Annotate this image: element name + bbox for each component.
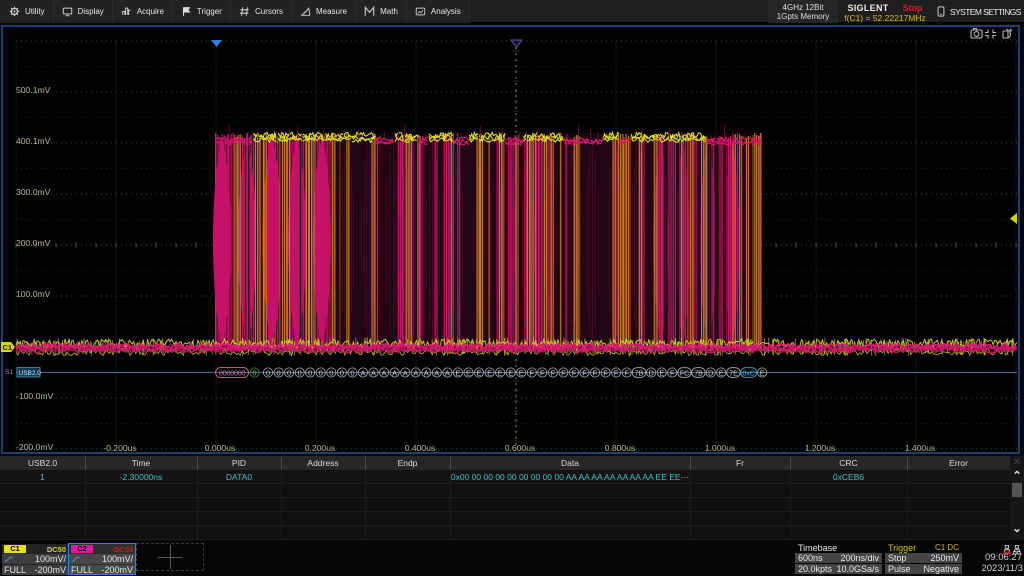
svg-text:E: E	[466, 368, 471, 377]
svg-text:1.200us: 1.200us	[805, 443, 836, 453]
svg-text:400.1mV: 400.1mV	[16, 136, 51, 146]
svg-text:A: A	[392, 368, 397, 377]
svg-text:A: A	[382, 368, 387, 377]
svg-text:F: F	[572, 368, 577, 377]
svg-text:0: 0	[252, 368, 256, 377]
svg-text:A: A	[360, 368, 365, 377]
svg-text:0: 0	[277, 368, 281, 377]
svg-text:0: 0	[266, 368, 270, 377]
svg-text:E: E	[498, 368, 503, 377]
svg-text:0: 0	[319, 368, 323, 377]
svg-text:F: F	[551, 368, 556, 377]
svg-text:E: E	[476, 368, 481, 377]
svg-text:E: E	[719, 368, 724, 377]
svg-text:A: A	[413, 368, 418, 377]
svg-text:F: F	[624, 368, 629, 377]
svg-text:0: 0	[329, 368, 333, 377]
svg-text:A: A	[424, 368, 429, 377]
svg-text:E: E	[487, 368, 492, 377]
svg-text:FC: FC	[680, 370, 689, 377]
svg-text:7E: 7E	[729, 370, 738, 377]
svg-text:0: 0	[298, 368, 302, 377]
svg-text:0xC: 0xC	[742, 370, 754, 377]
svg-text:E: E	[659, 368, 664, 377]
svg-text:F: F	[530, 368, 535, 377]
svg-text:D: D	[708, 368, 714, 377]
svg-text:F: F	[540, 368, 545, 377]
svg-text:-200.0mV: -200.0mV	[16, 442, 54, 452]
svg-text:1.400us: 1.400us	[905, 443, 936, 453]
svg-text:300.0mV: 300.0mV	[16, 187, 51, 197]
svg-text:S1: S1	[5, 369, 14, 376]
svg-text:200.0mV: 200.0mV	[16, 238, 51, 248]
svg-text:0.600us: 0.600us	[505, 443, 536, 453]
svg-text:USB2.0: USB2.0	[19, 370, 42, 377]
svg-text:E: E	[508, 368, 513, 377]
svg-text:0.400us: 0.400us	[405, 443, 436, 453]
svg-text:F: F	[593, 368, 598, 377]
svg-text:A: A	[403, 368, 408, 377]
svg-text:F: F	[561, 368, 566, 377]
svg-text:0: 0	[350, 368, 354, 377]
svg-text:500.1mV: 500.1mV	[16, 85, 51, 95]
svg-text:0.000us: 0.000us	[205, 443, 236, 453]
svg-text:F: F	[670, 368, 675, 377]
svg-text:E: E	[760, 368, 765, 377]
svg-text:A: A	[445, 368, 450, 377]
svg-text:A: A	[434, 368, 439, 377]
svg-text:E: E	[455, 368, 460, 377]
svg-text:0.200us: 0.200us	[305, 443, 336, 453]
svg-text:E: E	[519, 368, 524, 377]
svg-text:D: D	[648, 368, 654, 377]
svg-text:F: F	[582, 368, 587, 377]
svg-text:0000000: 0000000	[219, 368, 246, 377]
svg-text:7B: 7B	[694, 370, 703, 377]
svg-text:0: 0	[340, 368, 344, 377]
svg-text:0: 0	[287, 368, 291, 377]
svg-text:7B: 7B	[635, 370, 644, 377]
svg-text:0: 0	[308, 368, 312, 377]
svg-text:C1: C1	[3, 343, 13, 352]
svg-text:F: F	[603, 368, 608, 377]
svg-text:-0.200us: -0.200us	[103, 443, 136, 453]
svg-text:100.0mV: 100.0mV	[16, 289, 51, 299]
svg-text:1.000us: 1.000us	[705, 443, 736, 453]
svg-text:-100.0mV: -100.0mV	[16, 391, 54, 401]
svg-text:A: A	[371, 368, 376, 377]
svg-text:F: F	[614, 368, 619, 377]
svg-text:0.800us: 0.800us	[605, 443, 636, 453]
